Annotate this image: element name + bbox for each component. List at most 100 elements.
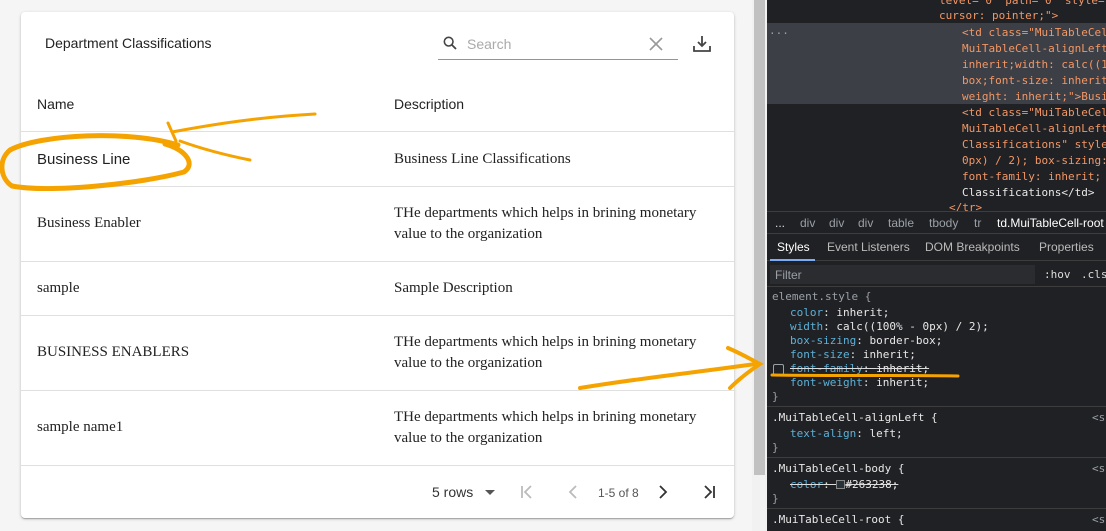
breadcrumb-item[interactable]: div — [800, 216, 815, 230]
rule-divider — [767, 406, 1106, 407]
cell-name: Business Line — [37, 151, 131, 168]
filter-input[interactable] — [770, 265, 1035, 284]
style-property-disabled[interactable]: font-family: inherit; — [790, 362, 929, 376]
table-row[interactable]: Business Line Business Line Classificati… — [21, 132, 734, 187]
dom-line: font-family: inherit; — [962, 170, 1106, 183]
property-value: left; — [869, 427, 903, 440]
cls-toggle[interactable]: .cls — [1081, 268, 1106, 281]
style-property[interactable]: color: inherit; — [790, 306, 889, 320]
dom-line: MuiTableCell-alignLeft — [962, 42, 1106, 55]
breadcrumb-item[interactable]: ... — [775, 216, 785, 230]
property-name: box-sizing — [790, 334, 857, 347]
dom-line: 0px) / 2); box-sizing: — [962, 154, 1106, 167]
rule-divider — [767, 508, 1106, 509]
property-name: font-size — [790, 348, 850, 361]
tab-dom-breakpoints[interactable]: DOM Breakpoints — [925, 240, 1020, 254]
rule-close: } — [772, 390, 779, 403]
dom-line: Classifications" style — [962, 138, 1106, 151]
clear-icon[interactable] — [649, 37, 663, 51]
next-page-icon[interactable] — [652, 482, 672, 502]
rule-source[interactable]: <s — [1092, 513, 1105, 527]
property-name: width — [790, 320, 824, 333]
rule-close: } — [772, 492, 779, 505]
property-checkbox[interactable] — [773, 364, 784, 375]
dom-line: <td class="MuiTableCell — [962, 106, 1106, 119]
tab-properties[interactable]: Properties — [1039, 240, 1094, 254]
table-card: Department Classifications Search Name D… — [21, 12, 734, 518]
rule-close: } — [772, 441, 779, 454]
tab-styles[interactable]: Styles — [777, 240, 810, 254]
first-page-icon[interactable] — [517, 482, 537, 502]
style-property[interactable]: box-sizing: border-box; — [790, 334, 942, 348]
chevron-down-icon[interactable] — [484, 487, 496, 499]
hov-toggle[interactable]: :hov — [1044, 268, 1071, 281]
dom-line: MuiTableCell-alignLeft — [962, 122, 1106, 135]
cell-description: Business Line Classifications — [394, 151, 571, 167]
element-style-selector: element.style { — [772, 290, 872, 303]
style-property[interactable]: font-weight: inherit; — [790, 376, 929, 390]
dom-line: <td class="MuiTableCell — [962, 26, 1106, 39]
cell-name: BUSINESS ENABLERS — [37, 344, 190, 360]
property-name: font-family — [790, 362, 863, 375]
rule-source[interactable]: <s — [1092, 411, 1105, 425]
property-value: inherit; — [876, 362, 930, 375]
dom-line: cursor: pointer;"> — [939, 9, 1059, 22]
property-value: #263238; — [845, 478, 899, 491]
dom-tree: ··· level="0" path="0" style=" cursor: p… — [767, 0, 1106, 214]
rule-selector[interactable]: .MuiTableCell-body { — [772, 462, 904, 476]
column-header-name[interactable]: Name — [37, 96, 74, 112]
table-row[interactable]: Business Enabler THe departments which h… — [21, 187, 734, 262]
breadcrumb-item[interactable]: table — [888, 216, 914, 230]
property-value: calc((100% - 0px) / 2); — [836, 320, 989, 333]
last-page-icon[interactable] — [699, 482, 719, 502]
search-placeholder: Search — [467, 36, 512, 52]
table-header: Name Description — [21, 76, 734, 132]
style-property-overridden[interactable]: color: #263238; — [790, 478, 898, 492]
table-title: Department Classifications — [45, 35, 212, 51]
rule-divider — [767, 457, 1106, 458]
cell-description: THe departments which helps in brining m… — [394, 334, 697, 371]
breadcrumb-item[interactable]: div — [858, 216, 873, 230]
property-name: color — [790, 306, 824, 319]
active-tab-indicator — [770, 259, 815, 261]
table-row[interactable]: sample name1 THe departments which helps… — [21, 391, 734, 466]
breadcrumb-item[interactable]: td.MuiTableCell-root — [997, 216, 1104, 230]
page-range: 1-5 of 8 — [598, 486, 639, 500]
property-name: font-weight — [790, 376, 863, 389]
table-row[interactable]: sample Sample Description — [21, 262, 734, 316]
rule-selector[interactable]: .MuiTableCell-alignLeft { — [772, 411, 938, 425]
style-property[interactable]: font-size: inherit; — [790, 348, 916, 362]
breadcrumb-item[interactable]: div — [829, 216, 844, 230]
dom-line: Classifications</td> — [962, 186, 1095, 199]
filter-placeholder: Filter — [775, 268, 802, 282]
rule-selector[interactable]: .MuiTableCell-root { — [772, 513, 904, 527]
property-value: inherit; — [876, 376, 930, 389]
cell-name: sample name1 — [37, 419, 124, 435]
pagination: 5 rows 1-5 of 8 — [21, 466, 734, 518]
property-value: border-box; — [869, 334, 943, 347]
property-name: color — [790, 478, 824, 491]
styles-filter-bar: Filter :hov .cls — [767, 262, 1106, 287]
tab-event-listeners[interactable]: Event Listeners — [827, 240, 910, 254]
column-header-description[interactable]: Description — [394, 96, 464, 112]
cell-description: THe departments which helps in brining m… — [394, 409, 697, 446]
previous-page-icon[interactable] — [564, 482, 584, 502]
dom-line: weight: inherit;">Busi — [962, 90, 1106, 103]
property-value: inherit; — [836, 306, 890, 319]
breadcrumb-item[interactable]: tr — [974, 216, 981, 230]
search-input[interactable]: Search — [438, 31, 678, 60]
search-icon — [443, 36, 457, 50]
dom-ellipsis[interactable]: ··· — [769, 26, 789, 42]
page-scrollbar-thumb[interactable] — [754, 0, 765, 475]
table-row[interactable]: BUSINESS ENABLERS THe departments which … — [21, 316, 734, 391]
style-property[interactable]: width: calc((100% - 0px) / 2); — [790, 320, 989, 334]
breadcrumb-item[interactable]: tbody — [929, 216, 958, 230]
table-toolbar: Department Classifications Search — [21, 12, 734, 76]
rows-per-page-select[interactable]: 5 rows — [432, 484, 473, 500]
cell-description: THe departments which helps in brining m… — [394, 205, 697, 242]
dom-line: inherit;width: calc((1 — [962, 58, 1106, 71]
rule-source[interactable]: <s — [1092, 462, 1105, 476]
download-icon[interactable] — [692, 34, 712, 54]
style-property[interactable]: text-align: left; — [790, 427, 903, 441]
devtools-tabs: Styles Event Listeners DOM Breakpoints P… — [767, 234, 1106, 261]
